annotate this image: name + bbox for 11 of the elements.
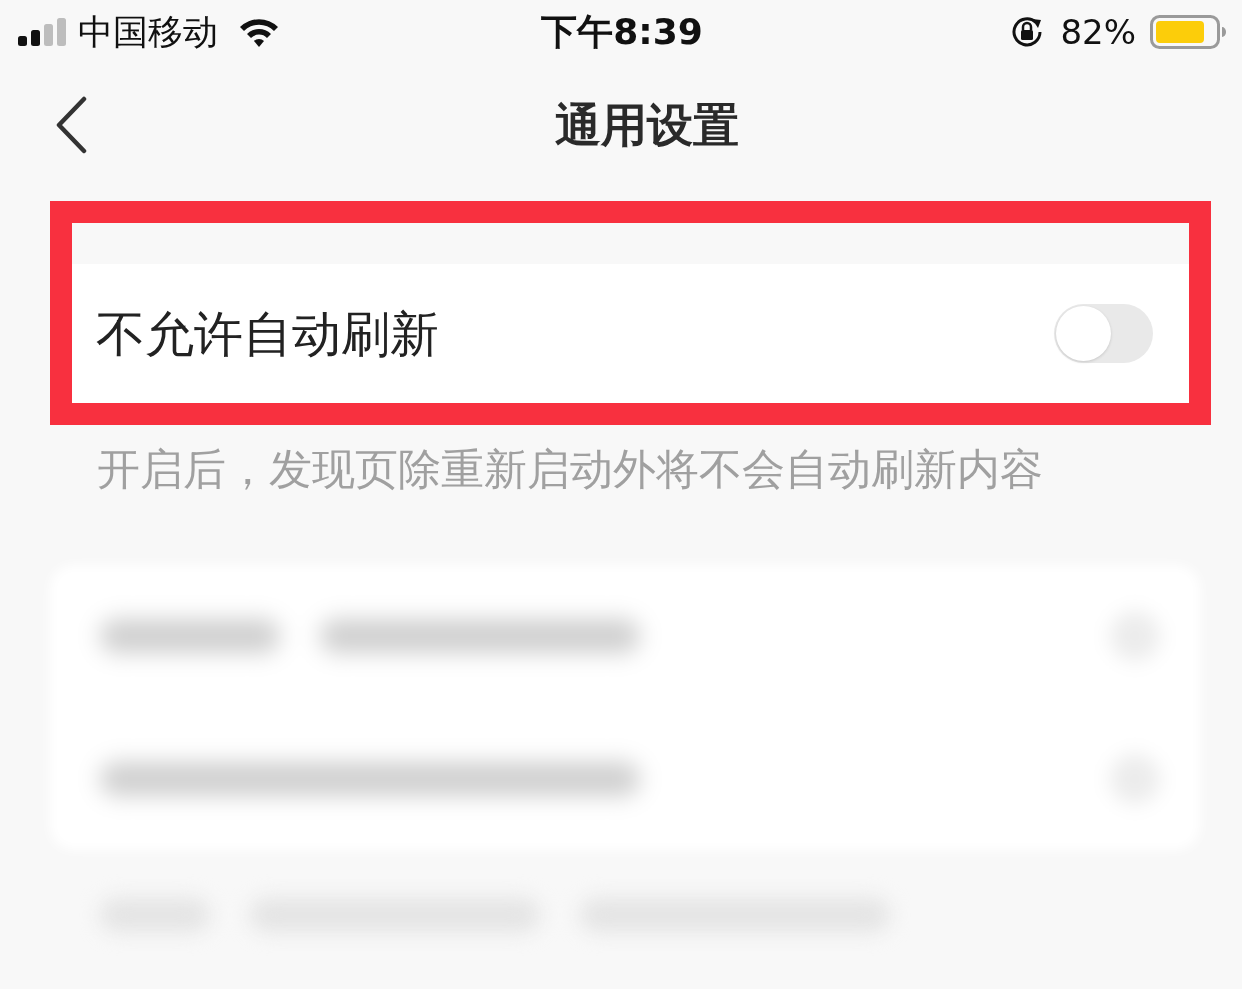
- page-title: 通用设置: [555, 97, 739, 154]
- carrier-name: 中国移动: [78, 12, 218, 52]
- setting-label: 不允许自动刷新: [96, 304, 439, 364]
- status-time: 下午8:39: [541, 12, 703, 52]
- battery-percentage: 82%: [1060, 12, 1136, 52]
- setting-description: 开启后，发现页除重新启动外将不会自动刷新内容: [97, 443, 1043, 496]
- signal-icon: [18, 18, 66, 46]
- wifi-icon: [238, 17, 280, 47]
- battery-icon: [1150, 15, 1226, 49]
- back-icon: [55, 96, 87, 154]
- settings-row[interactable]: 不允许自动刷新: [72, 264, 1189, 403]
